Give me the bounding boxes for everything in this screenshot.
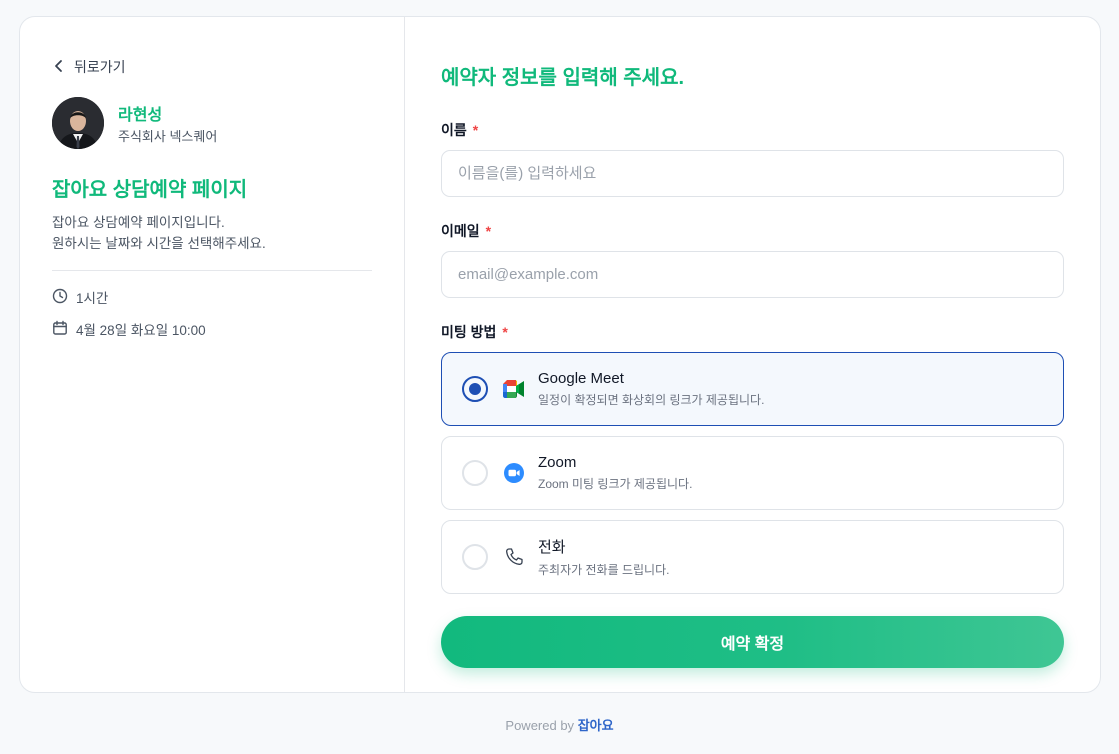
- page-title: 잡아요 상담예약 페이지: [52, 179, 248, 201]
- datetime-row: 4월 28일 화요일 10:00: [52, 319, 372, 339]
- option-title: 전화: [538, 539, 566, 556]
- meeting-method-group: 미팅 방법 * Google Meet 일정이 확정되면 화상회의 링크가 제공…: [441, 322, 1064, 594]
- meeting-label-text: 미팅 방법: [441, 324, 497, 340]
- divider: [52, 270, 372, 271]
- name-label: 이름 *: [441, 120, 1064, 140]
- host-name: 라현성: [118, 107, 163, 124]
- radio-button[interactable]: [462, 544, 488, 570]
- booking-form: 예약자 정보를 입력해 주세요. 이름 * 이메일 * 미팅 방법 *: [405, 17, 1100, 692]
- required-mark: *: [472, 122, 479, 138]
- name-input[interactable]: [441, 150, 1064, 197]
- booking-card: 뒤로가기 라현성 주식회사 넥스퀘어 잡아요 상담예약 페이지 잡아요 상담예약…: [19, 16, 1101, 693]
- zoom-icon: [502, 461, 526, 485]
- powered-by-text: Powered by: [505, 718, 575, 733]
- back-label: 뒤로가기: [74, 59, 126, 75]
- back-link[interactable]: 뒤로가기: [54, 57, 372, 77]
- description-line: 잡아요 상담예약 페이지입니다.: [52, 215, 225, 230]
- confirm-booking-button[interactable]: 예약 확정: [441, 616, 1064, 668]
- option-title: Google Meet: [538, 370, 624, 387]
- calendar-icon: [52, 320, 68, 339]
- option-title: Zoom: [538, 454, 577, 471]
- page-description: 잡아요 상담예약 페이지입니다. 원하시는 날짜와 시간을 선택해주세요.: [52, 212, 372, 254]
- radio-dot: [469, 383, 481, 395]
- clock-icon: [52, 288, 68, 307]
- duration-row: 1시간: [52, 287, 372, 307]
- description-line: 원하시는 날짜와 시간을 선택해주세요.: [52, 236, 266, 251]
- datetime-text: 4월 28일 화요일 10:00: [76, 323, 206, 338]
- meeting-option-phone[interactable]: 전화 주최자가 전화를 드립니다.: [441, 520, 1064, 594]
- name-field-group: 이름 *: [441, 120, 1064, 197]
- host-info: 라현성 주식회사 넥스퀘어: [52, 97, 372, 149]
- email-label-text: 이메일: [441, 223, 480, 239]
- event-info-panel: 뒤로가기 라현성 주식회사 넥스퀘어 잡아요 상담예약 페이지 잡아요 상담예약…: [20, 17, 405, 692]
- required-mark: *: [485, 223, 492, 239]
- footer-brand-link[interactable]: 잡아요: [578, 718, 614, 733]
- radio-button[interactable]: [462, 376, 488, 402]
- meeting-option-google-meet[interactable]: Google Meet 일정이 확정되면 화상회의 링크가 제공됩니다.: [441, 352, 1064, 426]
- chevron-left-icon: [54, 59, 64, 76]
- host-company: 주식회사 넥스퀘어: [118, 129, 218, 144]
- avatar: [52, 97, 104, 149]
- footer: Powered by 잡아요: [0, 715, 1119, 734]
- form-title: 예약자 정보를 입력해 주세요.: [441, 67, 685, 89]
- option-description: 주최자가 전화를 드립니다.: [538, 563, 670, 577]
- duration-text: 1시간: [76, 291, 109, 306]
- email-field-group: 이메일 *: [441, 221, 1064, 298]
- name-label-text: 이름: [441, 122, 467, 138]
- option-description: Zoom 미팅 링크가 제공됩니다.: [538, 477, 693, 491]
- email-label: 이메일 *: [441, 221, 1064, 241]
- option-description: 일정이 확정되면 화상회의 링크가 제공됩니다.: [538, 393, 765, 407]
- meeting-option-zoom[interactable]: Zoom Zoom 미팅 링크가 제공됩니다.: [441, 436, 1064, 510]
- radio-button[interactable]: [462, 460, 488, 486]
- phone-icon: [502, 545, 526, 569]
- google-meet-icon: [502, 377, 526, 401]
- email-input[interactable]: [441, 251, 1064, 298]
- required-mark: *: [502, 324, 508, 340]
- meeting-label: 미팅 방법 *: [441, 322, 1064, 342]
